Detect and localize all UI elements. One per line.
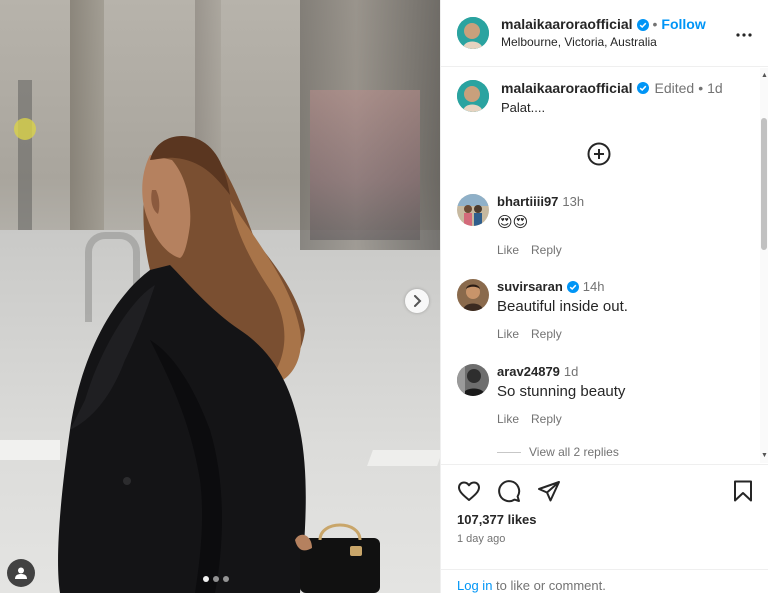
carousel-dot bbox=[203, 576, 209, 582]
like-comment-button[interactable]: Like bbox=[497, 243, 519, 257]
comment-username[interactable]: suvirsaran bbox=[497, 279, 563, 294]
login-link[interactable]: Log in bbox=[457, 578, 492, 593]
caption-text: Palat.... bbox=[501, 100, 546, 115]
divider bbox=[497, 451, 521, 453]
comment-text: Beautiful inside out. bbox=[497, 298, 628, 315]
reply-comment-button[interactable]: Reply bbox=[531, 412, 562, 426]
scroll-down-arrow-icon[interactable]: ▼ bbox=[761, 452, 768, 459]
carousel-dot bbox=[213, 576, 219, 582]
separator: • bbox=[652, 16, 658, 33]
post-location[interactable]: Melbourne, Victoria, Australia bbox=[501, 35, 706, 49]
view-replies-button[interactable]: View all 2 replies bbox=[497, 445, 619, 459]
like-comment-button[interactable]: Like bbox=[497, 327, 519, 341]
avatar[interactable] bbox=[457, 194, 489, 226]
like-comment-button[interactable]: Like bbox=[497, 412, 519, 426]
comments-scrollbar[interactable]: ▲ ▼ bbox=[760, 68, 768, 463]
post-photo[interactable] bbox=[0, 0, 440, 593]
follow-button[interactable]: Follow bbox=[661, 16, 705, 33]
likes-count[interactable]: 107,377 likes bbox=[457, 512, 753, 527]
chevron-right-icon bbox=[414, 295, 422, 307]
comment-item: arav24879 1d So stunning beauty Like Repl… bbox=[457, 364, 625, 426]
comment-username[interactable]: bhartiiii97 bbox=[497, 194, 558, 209]
photo-woman-figure bbox=[58, 136, 380, 593]
next-photo-button[interactable] bbox=[405, 289, 429, 313]
comment-item: suvirsaran 14h Beautiful inside out. Lik… bbox=[457, 279, 628, 341]
scroll-up-arrow-icon[interactable]: ▲ bbox=[761, 72, 768, 79]
comment-time[interactable]: 13h bbox=[562, 194, 584, 209]
avatar[interactable] bbox=[457, 364, 489, 396]
avatar[interactable] bbox=[457, 279, 489, 311]
caption-time[interactable]: 1d bbox=[707, 80, 723, 96]
login-prompt: Log in to like or comment. bbox=[441, 569, 768, 593]
login-suffix-text: to like or comment. bbox=[492, 578, 606, 593]
verified-badge-icon bbox=[636, 18, 649, 31]
caption-username[interactable]: malaikaaroraofficial bbox=[501, 80, 633, 96]
post-caption: malaikaaroraofficial Edited • 1d Palat..… bbox=[441, 68, 761, 115]
share-icon[interactable] bbox=[537, 479, 561, 503]
post-actions-bar: 107,377 likes 1 day ago Log in to like o… bbox=[441, 464, 768, 593]
post-username[interactable]: malaikaaroraofficial bbox=[501, 16, 633, 33]
comment-item: bhartiiii97 13h 😍😍 Like Reply bbox=[457, 194, 584, 257]
comment-text: 😍😍 bbox=[497, 214, 529, 231]
tagged-users-button[interactable] bbox=[7, 559, 35, 587]
post-header: malaikaaroraofficial • Follow Melbourne,… bbox=[441, 0, 768, 67]
comment-time[interactable]: 14h bbox=[583, 279, 605, 294]
scrollbar-thumb[interactable] bbox=[761, 118, 767, 250]
post-time-ago[interactable]: 1 day ago bbox=[457, 533, 753, 545]
post-side-panel: malaikaaroraofficial • Follow Melbourne,… bbox=[440, 0, 768, 593]
user-tag-icon bbox=[15, 567, 27, 579]
comment-username[interactable]: arav24879 bbox=[497, 364, 560, 379]
bookmark-icon[interactable] bbox=[733, 480, 753, 502]
comments-list[interactable]: malaikaaroraofficial Edited • 1d Palat..… bbox=[441, 68, 761, 463]
view-replies-label[interactable]: View all 2 replies bbox=[529, 445, 619, 459]
avatar[interactable] bbox=[457, 17, 489, 49]
edited-label: Edited bbox=[654, 80, 695, 96]
reply-comment-button[interactable]: Reply bbox=[531, 243, 562, 257]
carousel-dot bbox=[223, 576, 229, 582]
verified-badge-icon bbox=[636, 82, 649, 94]
avatar[interactable] bbox=[457, 80, 489, 112]
reply-comment-button[interactable]: Reply bbox=[531, 327, 562, 341]
plus-circle-icon bbox=[587, 142, 611, 166]
comment-time[interactable]: 1d bbox=[564, 364, 578, 379]
comment-icon[interactable] bbox=[497, 479, 521, 503]
heart-icon[interactable] bbox=[457, 479, 481, 503]
more-options-icon[interactable] bbox=[736, 24, 752, 42]
carousel-dots bbox=[203, 576, 229, 582]
load-more-comments-button[interactable] bbox=[587, 142, 611, 171]
verified-badge-icon bbox=[566, 280, 579, 293]
separator: • bbox=[698, 80, 704, 96]
comment-text: So stunning beauty bbox=[497, 383, 626, 400]
